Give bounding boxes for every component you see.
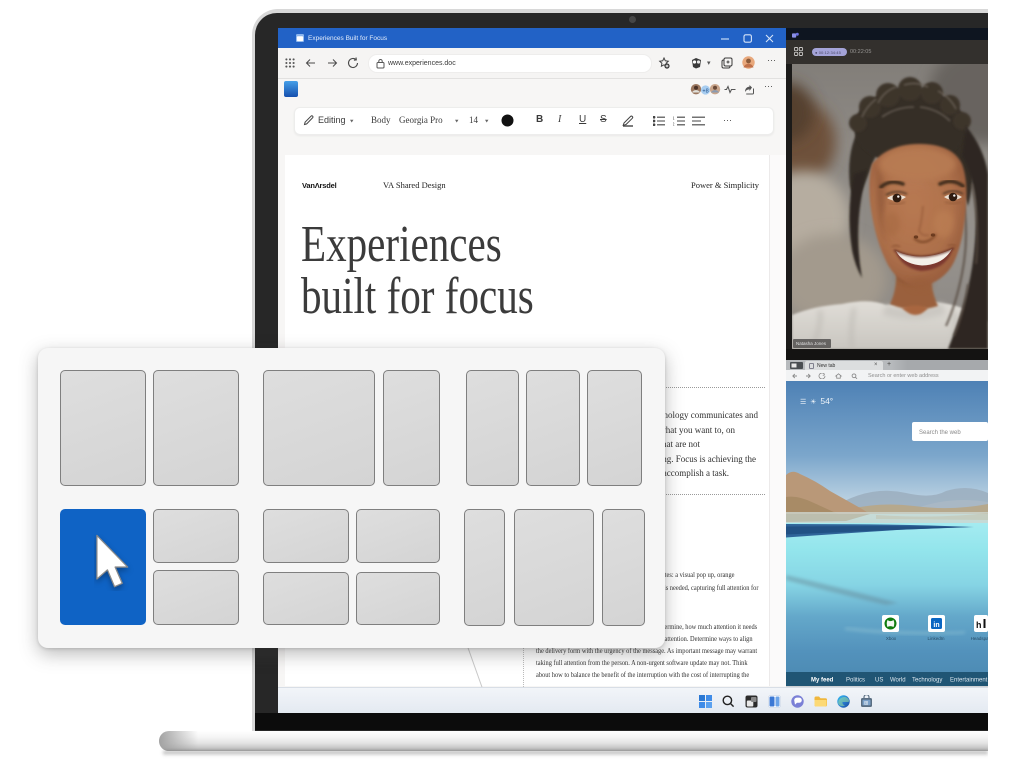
- svg-text:Politics: Politics: [846, 678, 865, 684]
- svg-text:h: h: [976, 620, 982, 630]
- svg-text:World: World: [890, 678, 906, 684]
- svg-text:US: US: [875, 678, 883, 684]
- svg-text:+8: +8: [702, 88, 708, 94]
- svg-text:Search the web: Search the web: [919, 430, 961, 436]
- svg-text:Entertainment: Entertainment: [950, 678, 988, 684]
- svg-text:in: in: [933, 622, 939, 629]
- svg-text:⊞: ⊞: [864, 700, 868, 706]
- svg-text:Xbox: Xbox: [886, 636, 897, 641]
- svg-text:Technology: Technology: [912, 678, 942, 684]
- svg-text:2: 2: [673, 122, 675, 127]
- svg-text:1: 1: [673, 116, 675, 121]
- svg-text:Headspace: Headspace: [971, 636, 988, 641]
- svg-text:My feed: My feed: [811, 678, 834, 684]
- svg-text:LinkedIn: LinkedIn: [927, 636, 945, 641]
